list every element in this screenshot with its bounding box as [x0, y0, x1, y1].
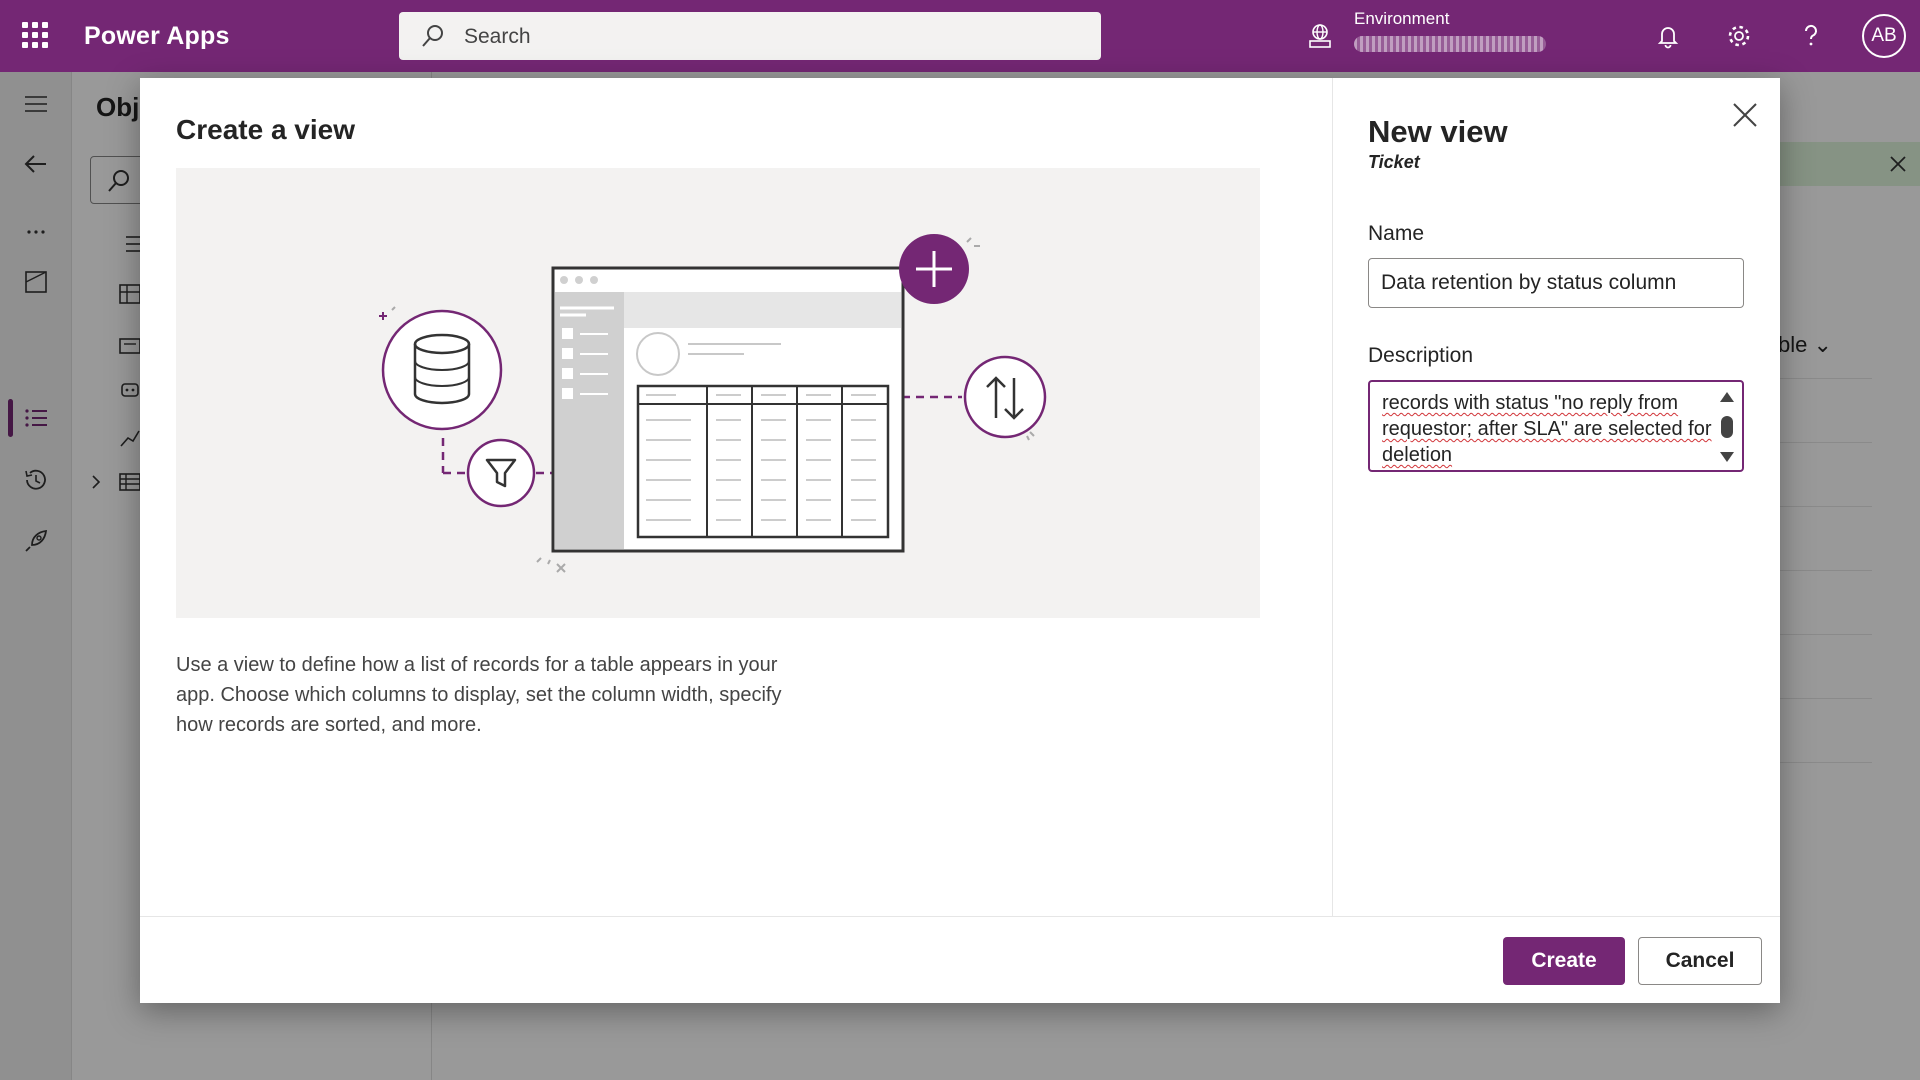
name-label: Name — [1368, 222, 1425, 245]
panel-divider — [1332, 78, 1333, 916]
scrollbar-thumb[interactable] — [1721, 416, 1733, 438]
plus-icon — [899, 234, 969, 304]
sort-icon — [963, 355, 1047, 439]
scroll-down-arrow[interactable] — [1720, 452, 1734, 462]
table-name: Ticket — [1368, 152, 1420, 172]
description-text[interactable]: records with status "no reply from reque… — [1382, 390, 1712, 468]
panel-title: New view — [1368, 114, 1508, 149]
view-illustration — [379, 234, 1047, 573]
filter-icon — [466, 438, 536, 508]
help-icon[interactable] — [1797, 22, 1825, 50]
database-icon — [381, 309, 503, 431]
environment-value-redacted[interactable] — [1354, 36, 1546, 52]
name-field[interactable] — [1368, 258, 1744, 308]
bell-icon[interactable] — [1654, 22, 1682, 50]
create-view-dialog: Create a view Use a view to define how a… — [140, 78, 1780, 1003]
close-icon[interactable] — [1730, 100, 1760, 130]
environment-label[interactable]: Environment — [1354, 9, 1449, 29]
waffle-icon[interactable] — [22, 22, 48, 48]
description-label: Description — [1368, 344, 1474, 367]
create-button[interactable]: Create — [1503, 937, 1625, 985]
search-placeholder: Search — [464, 25, 531, 48]
app-name[interactable]: Power Apps — [84, 22, 230, 51]
top-bar: Power Apps Search Environment AB — [0, 0, 1920, 72]
search-input[interactable]: Search — [399, 12, 1101, 60]
dialog-description: Use a view to define how a list of recor… — [176, 654, 782, 736]
description-field[interactable]: records with status "no reply from reque… — [1368, 380, 1744, 472]
footer-divider — [140, 916, 1780, 917]
cancel-button[interactable]: Cancel — [1638, 937, 1762, 985]
avatar[interactable]: AB — [1862, 14, 1906, 58]
environment-icon — [1309, 24, 1331, 48]
gear-icon[interactable] — [1725, 22, 1753, 50]
illustration — [176, 168, 1260, 618]
scroll-up-arrow[interactable] — [1720, 392, 1734, 402]
dialog-title: Create a view — [176, 114, 355, 145]
search-icon — [422, 25, 443, 47]
